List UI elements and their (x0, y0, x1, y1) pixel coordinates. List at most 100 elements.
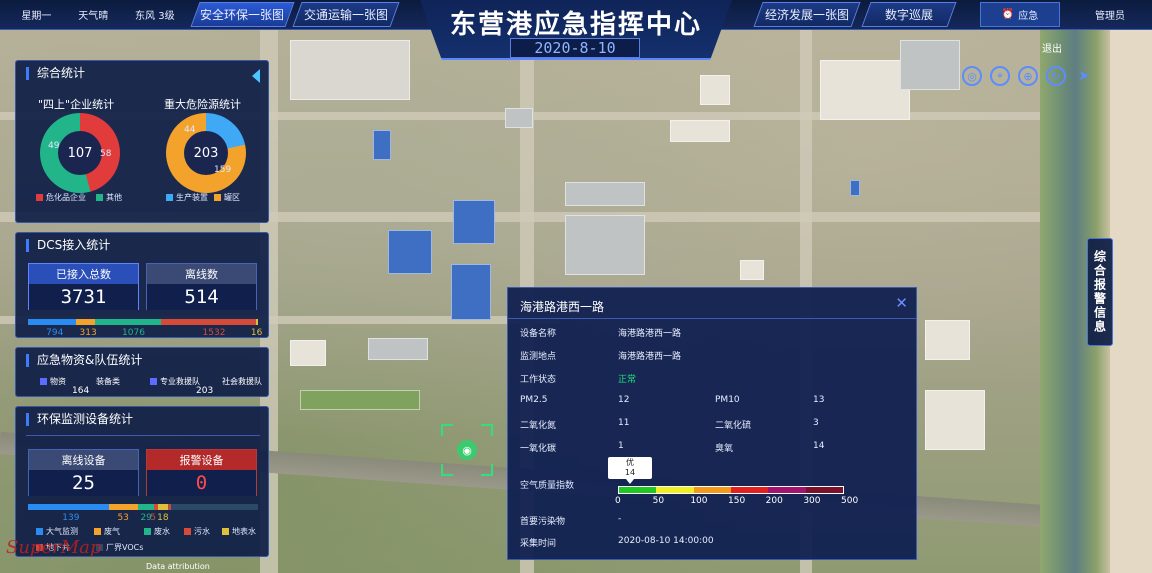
dcs-bar-values: 794 313 1076 1532 16 (28, 328, 264, 338)
collapse-arrow-icon[interactable] (252, 69, 260, 83)
supplies-panel: 应急物资&队伍统计 物资 装备类 专业救援队 社会救援队 164 203 (15, 347, 269, 397)
refresh-icon[interactable]: ↻ (1046, 66, 1066, 86)
legend-item: 污水 (184, 526, 210, 537)
map-toolbar: ◎ ⌖ ⊕ ↻ ➤ (962, 66, 1094, 86)
legend-swatch (36, 194, 43, 201)
legend-label: 罐区 (224, 193, 240, 202)
alarm-info-button[interactable]: 综合报警信息 (1087, 238, 1113, 346)
supply-label: 专业救援队 (160, 377, 200, 386)
supply-count: 164 (72, 386, 90, 396)
aqi-segment (805, 487, 843, 493)
aqi-tick: 150 (728, 496, 746, 506)
hazard-stat-title: 重大危险源统计 (164, 98, 241, 111)
card-label: 离线数 (147, 264, 256, 284)
legend-item: 危化品企业 (36, 192, 86, 203)
aqi-bubble: 优 14 (608, 457, 652, 484)
legend-swatch (184, 528, 191, 535)
donut-label-a: 49 (48, 141, 60, 151)
globe-icon[interactable]: ⊕ (1018, 66, 1038, 86)
bar-segment (138, 504, 155, 510)
supply-item[interactable]: 专业救援队 (150, 376, 200, 387)
legend-label: 生产装置 (176, 193, 208, 202)
bar-segment (28, 319, 77, 325)
divider (508, 318, 916, 319)
aqi-segment (619, 487, 657, 493)
locate-icon[interactable]: ⌖ (990, 66, 1010, 86)
legend-label: 危化品企业 (46, 193, 86, 202)
row-value: 海港路港西一路 (618, 329, 682, 339)
aqi-bubble-text: 优 (626, 458, 634, 467)
bar-segment (170, 504, 258, 510)
donut-label-b: 159 (214, 165, 232, 175)
close-icon[interactable]: ✕ (895, 294, 908, 312)
env-offline-card[interactable]: 离线设备 25 (28, 449, 139, 496)
env-monitor-panel: 环保监测设备统计 离线设备 25 报警设备 0 139 53 29 5 18 大气监测 废… (15, 406, 269, 557)
user-label: 管理员 (1095, 11, 1125, 22)
legend-label: 废水 (154, 527, 170, 536)
panel-title: 应急物资&队伍统计 (26, 354, 142, 367)
monitor-marker[interactable]: ◉ (441, 424, 493, 476)
status-value: 正常 (618, 375, 637, 385)
supply-item[interactable]: 装备类 (96, 376, 120, 387)
bar-value: 1532 (202, 328, 226, 338)
supply-item[interactable]: 社会救援队 (222, 376, 262, 387)
monitor-station-icon: ◉ (457, 440, 477, 460)
user-menu[interactable]: 管理员 (1080, 2, 1140, 27)
supply-label: 装备类 (96, 377, 120, 386)
popup-title: 海港路港西一路 (520, 300, 605, 314)
legend-item: 地表水 (222, 526, 256, 537)
target-icon[interactable]: ◎ (962, 66, 982, 86)
tab-label: 安全环保一张图 (200, 8, 285, 22)
env-alarm-card[interactable]: 报警设备 0 (146, 449, 257, 496)
row-label: 监测地点 (520, 352, 557, 362)
team-icon (150, 378, 157, 385)
tab-transport[interactable]: 交通运输一张图 (292, 2, 400, 27)
divider (26, 435, 260, 436)
map-attribution[interactable]: Data attribution (146, 562, 210, 571)
weather-text: 天气晴 (78, 11, 109, 22)
card-label: 已接入总数 (29, 264, 138, 284)
dcs-stack-bar (28, 319, 258, 325)
page-title: 东营港应急指挥中心 (449, 10, 702, 40)
legend-swatch (96, 194, 103, 201)
metric-value: 3 (813, 418, 819, 428)
aqi-tick: 0 (615, 496, 621, 506)
weather-info: 星期一 天气晴 东风 3级 (8, 2, 188, 27)
weekday-text: 星期一 (21, 11, 52, 22)
bar-segment (161, 319, 256, 325)
legend-label: 污水 (194, 527, 210, 536)
aqi-tick: 500 (841, 496, 859, 506)
aqi-bubble-value: 14 (624, 468, 636, 477)
metric-value: 1 (618, 441, 624, 451)
legend-item: 大气监测 (36, 526, 78, 537)
card-label: 报警设备 (147, 450, 256, 470)
send-icon[interactable]: ➤ (1074, 66, 1094, 86)
supply-item[interactable]: 物资 (40, 376, 66, 387)
emergency-label: 应急 (1018, 11, 1039, 22)
enterprise-stat-title: "四上"企业统计 (38, 98, 115, 111)
env-bar-values: 139 53 29 5 18 (28, 513, 264, 523)
dcs-connected-card[interactable]: 已接入总数 3731 (28, 263, 139, 310)
tab-digital-tour[interactable]: 数字巡展 (861, 2, 957, 27)
row-value: 海港路港西一路 (618, 352, 682, 362)
legend-swatch (214, 194, 221, 201)
bar-segment (157, 504, 169, 510)
row-label: 采集时间 (520, 539, 557, 549)
row-label: 设备名称 (520, 329, 557, 339)
emergency-button[interactable]: ⏰ 应急 (980, 2, 1060, 27)
bar-value: 5 (150, 513, 156, 523)
logout-link[interactable]: 退出 (1042, 40, 1062, 55)
team-count: 203 (196, 386, 214, 396)
tab-safety-env[interactable]: 安全环保一张图 (190, 2, 295, 27)
aqi-label: 空气质量指数 (520, 481, 575, 491)
date-display: 2020-8-10 (510, 38, 640, 58)
tab-economy[interactable]: 经济发展一张图 (753, 2, 861, 27)
panel-title: 环保监测设备统计 (26, 413, 133, 426)
legend-label: 其他 (106, 193, 122, 202)
supply-label: 社会救援队 (222, 377, 262, 386)
row-label: 首要污染物 (520, 517, 566, 527)
legend-item: 其他 (96, 192, 122, 203)
bar-value: 16 (250, 328, 263, 338)
dcs-offline-card[interactable]: 离线数 514 (146, 263, 257, 310)
legend-swatch (94, 528, 101, 535)
